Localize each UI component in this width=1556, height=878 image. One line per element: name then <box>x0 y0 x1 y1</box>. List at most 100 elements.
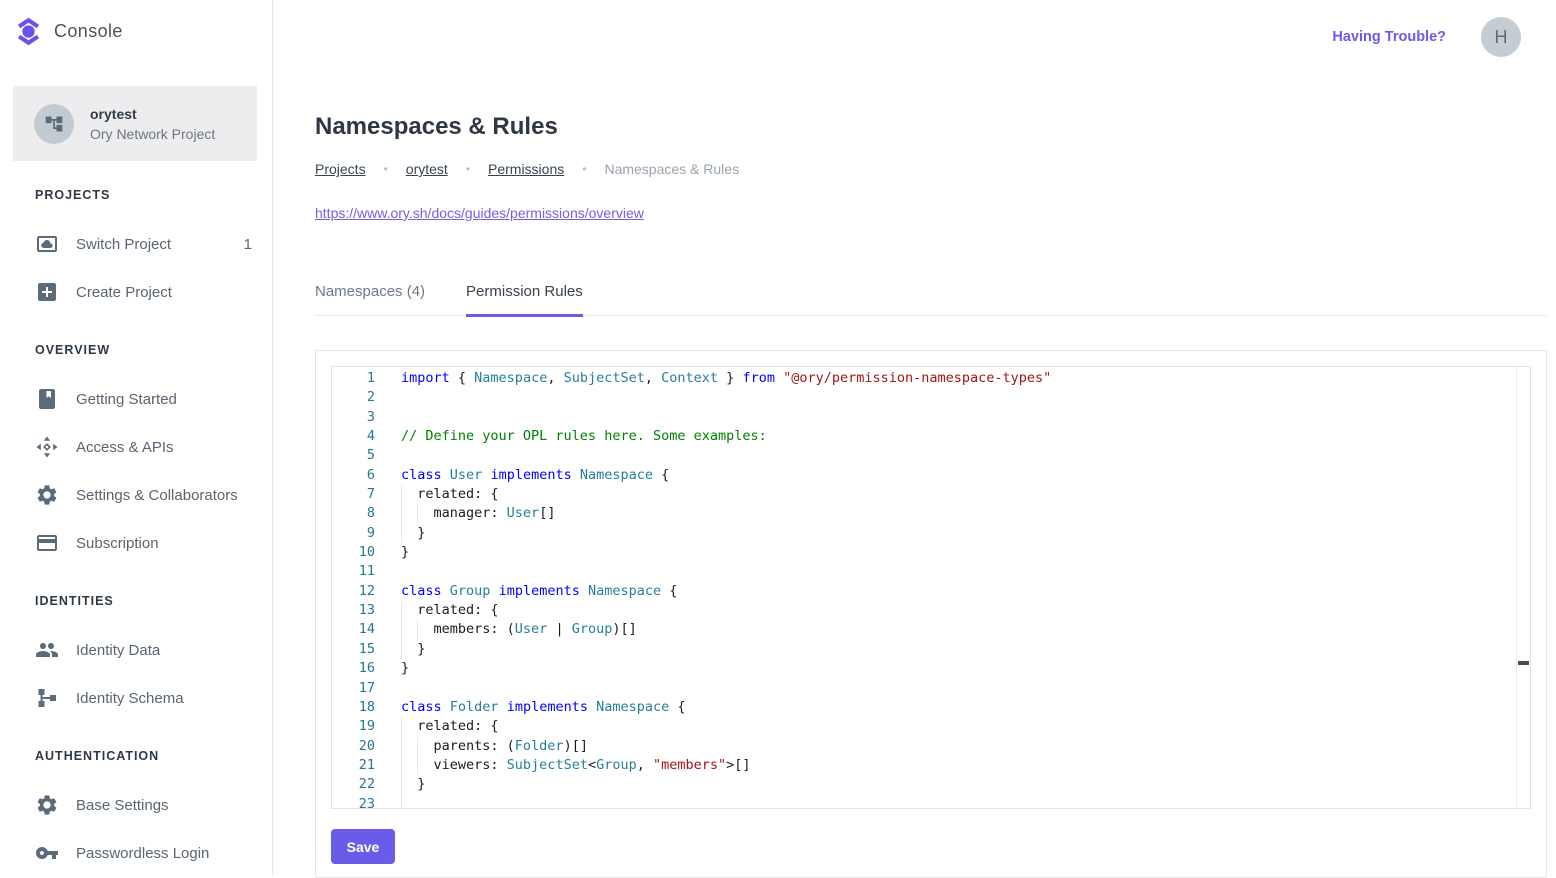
line-number: 14 <box>332 620 401 639</box>
brand[interactable]: Console <box>0 0 272 62</box>
line-number: 4 <box>332 427 401 446</box>
indent-guide <box>401 795 402 809</box>
code-line: 17 <box>332 679 1530 698</box>
indent-guide <box>401 601 402 620</box>
project-switch-icon <box>35 232 59 256</box>
ory-logo-icon <box>14 17 43 46</box>
breadcrumb-item-namespaces-rules: Namespaces & Rules <box>604 161 739 177</box>
line-number: 22 <box>332 775 401 794</box>
editor-overview-ruler[interactable] <box>1516 367 1530 808</box>
line-number: 9 <box>332 524 401 543</box>
code-line: 23 <box>332 795 1530 809</box>
line-number: 21 <box>332 756 401 775</box>
sidebar-item-identity-data[interactable]: Identity Data <box>0 626 272 674</box>
sidebar-item-getting-started[interactable]: Getting Started <box>0 375 272 423</box>
sidebar-item-subscription[interactable]: Subscription <box>0 519 272 567</box>
sidebar-item-create-project[interactable]: Create Project <box>0 268 272 316</box>
code-line: 16} <box>332 659 1530 678</box>
sidebar-item-label: Identity Schema <box>76 690 184 707</box>
breadcrumb-item-orytest[interactable]: orytest <box>406 161 448 177</box>
sidebar-item-access-apis[interactable]: Access & APIs <box>0 423 272 471</box>
code-editor[interactable]: 1import { Namespace, SubjectSet, Context… <box>331 366 1531 809</box>
sidebar-item-base-settings[interactable]: Base Settings <box>0 781 272 829</box>
indent-guide <box>417 756 418 775</box>
line-number: 8 <box>332 504 401 523</box>
sidebar-item-passwordless-login[interactable]: Passwordless Login <box>0 829 272 877</box>
project-avatar <box>34 104 74 144</box>
line-number: 13 <box>332 601 401 620</box>
sidebar-item-label: Getting Started <box>76 391 177 408</box>
code-line: 1import { Namespace, SubjectSet, Context… <box>332 369 1530 388</box>
line-number: 15 <box>332 640 401 659</box>
sidebar-item-label: Base Settings <box>76 797 169 814</box>
line-number: 10 <box>332 543 401 562</box>
docs-link[interactable]: https://www.ory.sh/docs/guides/permissio… <box>315 205 644 221</box>
having-trouble-link[interactable]: Having Trouble? <box>1332 29 1446 45</box>
code-line: 8 manager: User[] <box>332 504 1530 523</box>
project-selector[interactable]: orytest Ory Network Project <box>13 86 257 161</box>
user-avatar[interactable]: H <box>1481 17 1521 57</box>
top-header: Having Trouble? H <box>315 0 1547 74</box>
book-icon <box>35 387 59 411</box>
permission-rules-card: 1import { Namespace, SubjectSet, Context… <box>315 350 1547 878</box>
code-line: 4// Define your OPL rules here. Some exa… <box>332 427 1530 446</box>
breadcrumb-item-permissions[interactable]: Permissions <box>488 161 564 177</box>
sidebar-section-title-identities: IDENTITIES <box>35 594 252 608</box>
line-number: 3 <box>332 408 401 427</box>
line-number: 16 <box>332 659 401 678</box>
sidebar-item-switch-project[interactable]: Switch Project 1 <box>0 220 272 268</box>
sidebar-item-label: Access & APIs <box>76 439 174 456</box>
add-box-icon <box>35 280 59 304</box>
code-line: 5 <box>332 446 1530 465</box>
schema-icon <box>35 686 59 710</box>
line-number: 12 <box>332 582 401 601</box>
line-number: 7 <box>332 485 401 504</box>
key-icon <box>35 841 59 865</box>
tab-bar: Namespaces (4) Permission Rules <box>315 283 1547 316</box>
code-line: 20 parents: (Folder)[] <box>332 737 1530 756</box>
gear-icon <box>35 483 59 507</box>
sidebar-section-title-projects: PROJECTS <box>35 188 252 202</box>
code-line: 3 <box>332 408 1530 427</box>
indent-guide <box>401 504 402 523</box>
code-line: 15 } <box>332 640 1530 659</box>
indent-guide <box>401 756 402 775</box>
save-button[interactable]: Save <box>331 829 395 864</box>
project-subtitle: Ory Network Project <box>90 126 215 142</box>
code-line: 2 <box>332 388 1530 407</box>
line-number: 6 <box>332 466 401 485</box>
breadcrumb-separator: • <box>582 162 586 176</box>
page-title: Namespaces & Rules <box>315 113 1547 141</box>
code-line: 12class Group implements Namespace { <box>332 582 1530 601</box>
breadcrumb-item-projects[interactable]: Projects <box>315 161 366 177</box>
indent-guide <box>401 640 402 659</box>
indent-guide <box>417 620 418 639</box>
indent-guide <box>401 485 402 504</box>
sidebar-item-identity-schema[interactable]: Identity Schema <box>0 674 272 722</box>
line-number: 20 <box>332 737 401 756</box>
sidebar-item-settings-collaborators[interactable]: Settings & Collaborators <box>0 471 272 519</box>
account-tree-icon <box>44 114 64 134</box>
overview-ruler-marker <box>1518 661 1529 665</box>
indent-guide <box>401 717 402 736</box>
tab-namespaces-4[interactable]: Namespaces (4) <box>315 283 425 315</box>
breadcrumb-separator: • <box>384 162 388 176</box>
sidebar: Console orytest Ory Network Project PROJ… <box>0 0 273 876</box>
breadcrumb-separator: • <box>466 162 470 176</box>
code-line: 10} <box>332 543 1530 562</box>
card-icon <box>35 531 59 555</box>
code-line: 7 related: { <box>332 485 1530 504</box>
sidebar-nav: PROJECTS Switch Project 1 Create Project… <box>0 188 272 877</box>
line-number: 17 <box>332 679 401 698</box>
indent-guide <box>401 620 402 639</box>
code-line: 6class User implements Namespace { <box>332 466 1530 485</box>
main-content: Having Trouble? H Namespaces & Rules Pro… <box>273 0 1556 876</box>
sidebar-item-label: Passwordless Login <box>76 845 209 862</box>
code-line: 21 viewers: SubjectSet<Group, "members">… <box>332 756 1530 775</box>
switch-project-count-badge: 1 <box>244 236 252 253</box>
move-icon <box>35 435 59 459</box>
tab-permission-rules[interactable]: Permission Rules <box>466 283 583 317</box>
line-number: 23 <box>332 795 401 809</box>
indent-guide <box>417 737 418 756</box>
line-number: 18 <box>332 698 401 717</box>
